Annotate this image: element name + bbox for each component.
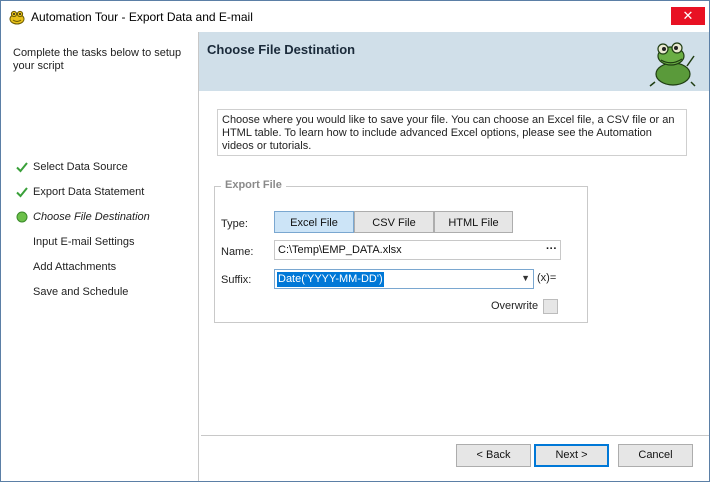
frog-mascot-icon: [649, 42, 696, 87]
step-input-email-settings: Input E-mail Settings: [15, 234, 135, 250]
step-add-attachments: Add Attachments: [15, 259, 116, 275]
next-button[interactable]: Next >: [534, 444, 609, 467]
steps-sidebar: Complete the tasks below to setup your s…: [1, 32, 199, 481]
wizard-window: Automation Tour - Export Data and E-mail…: [0, 0, 710, 482]
window-title: Automation Tour - Export Data and E-mail: [31, 10, 253, 24]
name-label: Name:: [221, 246, 254, 258]
current-step-dot-icon: [16, 211, 28, 223]
page-title: Choose File Destination: [207, 42, 356, 57]
title-bar: Automation Tour - Export Data and E-mail…: [1, 1, 709, 31]
overwrite-label: Overwrite: [491, 300, 539, 312]
suffix-label: Suffix:: [221, 274, 252, 286]
step-label: Choose File Destination: [33, 211, 150, 223]
suffix-combobox[interactable]: Date('YYYY-MM-DD') ▼: [274, 269, 534, 289]
step-label: Save and Schedule: [33, 286, 129, 298]
footer-divider: [201, 435, 709, 436]
step-export-data-statement: Export Data Statement: [15, 184, 144, 200]
frog-app-icon: [9, 10, 25, 25]
export-file-legend: Export File: [221, 179, 286, 191]
excel-file-button[interactable]: Excel File: [274, 211, 354, 233]
cancel-button[interactable]: Cancel: [618, 444, 693, 467]
html-file-button[interactable]: HTML File: [434, 211, 513, 233]
suffix-value: Date('YYYY-MM-DD'): [277, 272, 384, 287]
step-select-data-source: Select Data Source: [15, 159, 128, 175]
file-name-value: C:\Temp\EMP_DATA.xlsx: [278, 244, 402, 256]
checkmark-icon: [16, 162, 28, 173]
checkmark-icon: [16, 187, 28, 198]
file-name-input[interactable]: C:\Temp\EMP_DATA.xlsx ···: [274, 240, 561, 260]
step-label: Select Data Source: [33, 161, 128, 173]
browse-ellipsis-button[interactable]: ···: [546, 240, 557, 258]
overwrite-checkbox[interactable]: [543, 299, 558, 314]
expression-button[interactable]: (x)=: [537, 272, 556, 284]
step-save-and-schedule: Save and Schedule: [15, 284, 128, 300]
csv-file-button[interactable]: CSV File: [354, 211, 434, 233]
step-label: Add Attachments: [33, 261, 117, 273]
step-label: Input E-mail Settings: [33, 236, 135, 248]
sidebar-intro: Complete the tasks below to setup your s…: [13, 47, 182, 72]
chevron-down-icon[interactable]: ▼: [521, 273, 530, 283]
step-choose-file-destination: Choose File Destination: [15, 209, 150, 225]
instructions-text: Choose where you would like to save your…: [217, 109, 687, 156]
close-button[interactable]: ✕: [671, 7, 705, 25]
back-button[interactable]: < Back: [456, 444, 531, 467]
page-header: Choose File Destination: [199, 32, 709, 91]
step-label: Export Data Statement: [33, 186, 145, 198]
type-label: Type:: [221, 218, 248, 230]
